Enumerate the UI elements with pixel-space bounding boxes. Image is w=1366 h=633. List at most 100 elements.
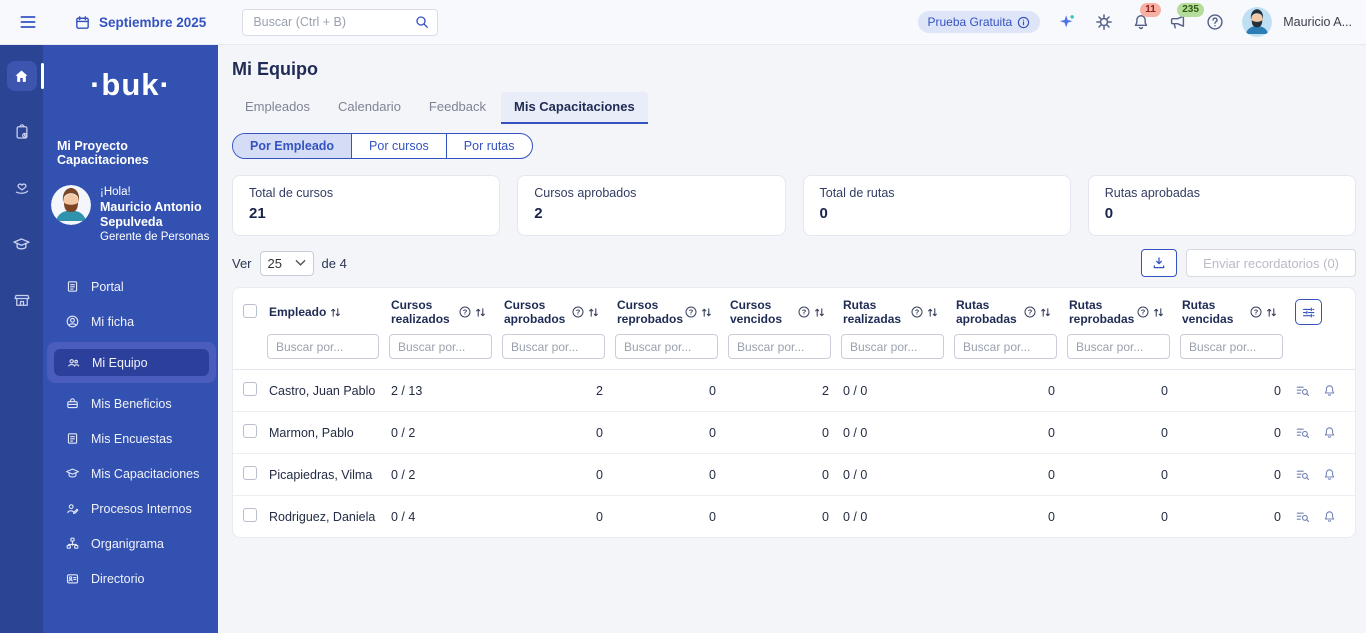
total-label: de 4 xyxy=(321,255,347,271)
help-icon[interactable] xyxy=(1205,12,1225,32)
clipboard-tasks-icon[interactable] xyxy=(7,117,37,147)
hand-heart-icon[interactable] xyxy=(7,173,37,203)
filter-empleado-input[interactable] xyxy=(267,334,379,359)
help-icon[interactable]: ? xyxy=(1024,306,1036,318)
cell-cursos-reprobados: 0 xyxy=(615,369,728,412)
announcements-megaphone-icon[interactable]: 235 xyxy=(1168,3,1204,32)
help-icon[interactable]: ? xyxy=(911,306,923,318)
view-detail-icon[interactable] xyxy=(1295,425,1310,440)
trial-badge[interactable]: Prueba Gratuita xyxy=(917,11,1041,33)
cell-rutas-aprobadas: 0 xyxy=(954,411,1067,454)
home-icon[interactable] xyxy=(6,61,44,91)
sidebar-user-role: Gerente de Personas xyxy=(100,231,210,243)
col-header-rutas-aprobadas[interactable]: Rutas aprobadas ? xyxy=(954,288,1067,332)
row-checkbox[interactable] xyxy=(243,508,257,522)
gear-icon[interactable] xyxy=(1094,12,1114,32)
sidebar-item-directorio[interactable]: Directorio xyxy=(43,561,218,596)
sort-icon[interactable] xyxy=(588,307,599,318)
col-header-rutas-vencidas[interactable]: Rutas vencidas ? xyxy=(1180,288,1293,332)
sort-icon[interactable] xyxy=(475,307,486,318)
col-header-rutas-realizadas[interactable]: Rutas realizadas ? xyxy=(841,288,954,332)
tab-mis-capacitaciones[interactable]: Mis Capacitaciones xyxy=(501,92,648,124)
pill-por-rutas[interactable]: Por rutas xyxy=(447,134,532,158)
filter-rutas-aprobadas-input[interactable] xyxy=(954,334,1057,359)
row-checkbox[interactable] xyxy=(243,466,257,480)
period-selector[interactable]: Septiembre 2025 xyxy=(74,14,206,31)
sidebar-item-procesos-internos[interactable]: Procesos Internos xyxy=(43,491,218,526)
tab-empleados[interactable]: Empleados xyxy=(232,92,323,124)
page-title: Mi Equipo xyxy=(232,59,318,79)
sort-icon[interactable] xyxy=(1266,307,1277,318)
col-header-cursos-vencidos[interactable]: Cursos vencidos ? xyxy=(728,288,841,332)
sidebar-item-organigrama[interactable]: Organigrama xyxy=(43,526,218,561)
column-settings-button[interactable] xyxy=(1295,299,1322,325)
graduation-cap-icon[interactable] xyxy=(7,229,37,259)
cell-cursos-reprobados: 0 xyxy=(615,411,728,454)
filter-rutas-vencidas-input[interactable] xyxy=(1180,334,1283,359)
filter-cursos-aprobados-input[interactable] xyxy=(502,334,605,359)
sidebar-item-label: Procesos Internos xyxy=(91,501,192,516)
help-icon[interactable]: ? xyxy=(572,306,584,318)
user-avatar[interactable] xyxy=(1242,7,1273,37)
info-icon xyxy=(1018,16,1030,28)
global-search-input[interactable] xyxy=(242,8,439,36)
send-reminders-button[interactable]: Enviar recordatorios (0) xyxy=(1186,249,1356,277)
view-detail-icon[interactable] xyxy=(1295,383,1310,398)
page-size-select[interactable]: 25 xyxy=(259,250,314,276)
sidebar-item-mis-encuestas[interactable]: Mis Encuestas xyxy=(43,421,218,456)
svg-text:?: ? xyxy=(1028,308,1033,317)
storefront-icon[interactable] xyxy=(7,285,37,315)
user-name[interactable]: Mauricio A... xyxy=(1283,15,1352,29)
help-icon[interactable]: ? xyxy=(685,306,697,318)
svg-text:?: ? xyxy=(915,308,920,317)
reminder-bell-icon[interactable] xyxy=(1322,425,1337,440)
sidebar-item-mi-equipo[interactable]: Mi Equipo xyxy=(54,349,209,376)
sort-icon[interactable] xyxy=(814,307,825,318)
sidebar-item-portal[interactable]: Portal xyxy=(43,269,218,304)
team-trainings-table: Empleado Cursos realizados ? Cursos apro… xyxy=(232,287,1356,538)
cell-rutas-reprobadas: 0 xyxy=(1067,453,1180,496)
col-header-cursos-reprobados[interactable]: Cursos reprobados ? xyxy=(615,288,728,332)
hamburger-menu-icon[interactable] xyxy=(18,12,38,32)
filter-cursos-realizados-input[interactable] xyxy=(389,334,492,359)
reminder-bell-icon[interactable] xyxy=(1322,467,1337,482)
col-header-cursos-aprobados[interactable]: Cursos aprobados ? xyxy=(502,288,615,332)
filter-rutas-reprobadas-input[interactable] xyxy=(1067,334,1170,359)
pill-por-empleado[interactable]: Por Empleado xyxy=(233,134,353,158)
reminder-bell-icon[interactable] xyxy=(1322,383,1337,398)
row-checkbox[interactable] xyxy=(243,382,257,396)
col-header-rutas-reprobadas[interactable]: Rutas reprobadas ? xyxy=(1067,288,1180,332)
filter-cursos-vencidos-input[interactable] xyxy=(728,334,831,359)
filter-rutas-realizadas-input[interactable] xyxy=(841,334,944,359)
sort-icon[interactable] xyxy=(1040,307,1051,318)
search-icon[interactable] xyxy=(414,14,430,30)
help-icon[interactable]: ? xyxy=(798,306,810,318)
sidebar-item-mis-capacitaciones[interactable]: Mis Capacitaciones xyxy=(43,456,218,491)
view-detail-icon[interactable] xyxy=(1295,467,1310,482)
sidebar-item-mis-beneficios[interactable]: Mis Beneficios xyxy=(43,386,218,421)
pill-por-cursos[interactable]: Por cursos xyxy=(352,134,447,158)
col-header-cursos-realizados[interactable]: Cursos realizados ? xyxy=(389,288,502,332)
notifications-bell-icon[interactable]: 11 xyxy=(1131,3,1161,32)
lunchbox-icon xyxy=(65,396,80,411)
tab-feedback[interactable]: Feedback xyxy=(416,92,499,124)
select-all-checkbox[interactable] xyxy=(243,303,257,318)
cell-cursos-vencidos: 0 xyxy=(822,509,829,524)
tab-calendario[interactable]: Calendario xyxy=(325,92,414,124)
ai-sparkle-icon[interactable] xyxy=(1057,12,1077,32)
help-icon[interactable]: ? xyxy=(1250,306,1262,318)
download-button[interactable] xyxy=(1141,249,1178,277)
cell-rutas-vencidas: 0 xyxy=(1180,369,1293,412)
sort-icon[interactable] xyxy=(927,307,938,318)
help-icon[interactable]: ? xyxy=(459,306,471,318)
help-icon[interactable]: ? xyxy=(1137,306,1149,318)
row-checkbox[interactable] xyxy=(243,424,257,438)
filter-cursos-reprobados-input[interactable] xyxy=(615,334,718,359)
view-detail-icon[interactable] xyxy=(1295,509,1310,524)
col-header-empleado[interactable]: Empleado xyxy=(267,288,389,332)
sidebar-item-mi-ficha[interactable]: Mi ficha xyxy=(43,304,218,339)
sort-icon[interactable] xyxy=(330,307,341,318)
sort-icon[interactable] xyxy=(701,307,712,318)
reminder-bell-icon[interactable] xyxy=(1322,509,1337,524)
sort-icon[interactable] xyxy=(1153,307,1164,318)
